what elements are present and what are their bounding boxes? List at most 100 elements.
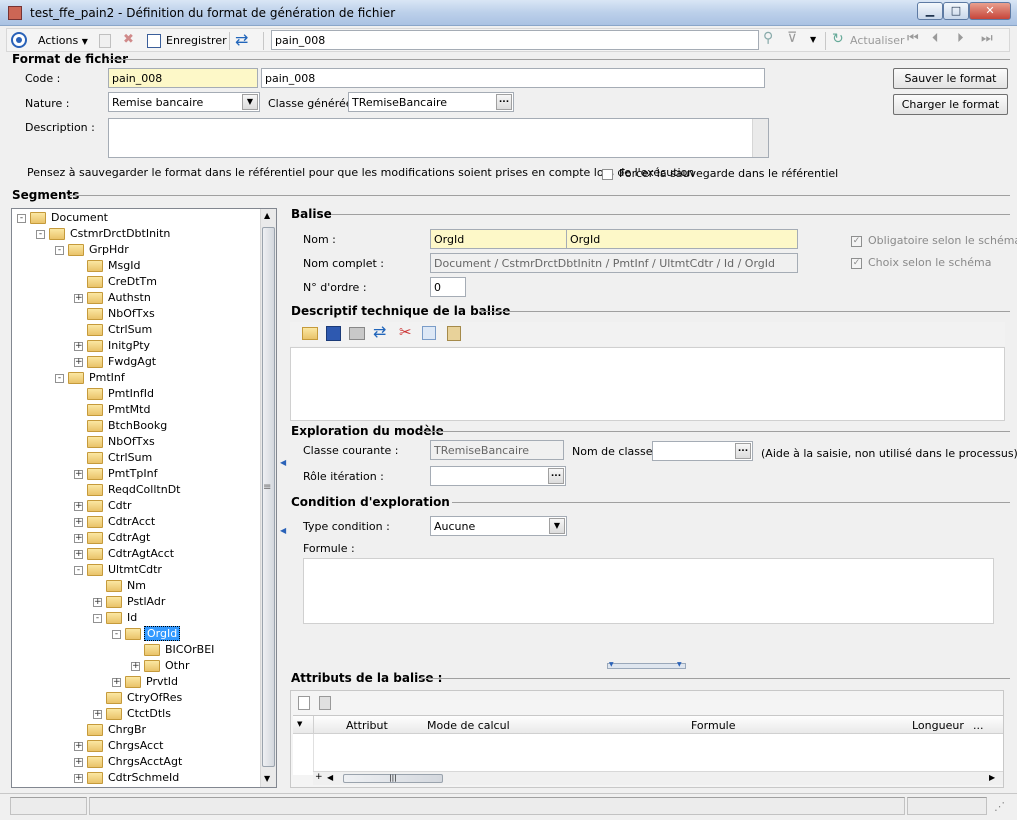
collapse-icon[interactable]: -: [112, 629, 121, 639]
role-iteration-field[interactable]: ...: [430, 466, 566, 486]
search-icon[interactable]: ⚲: [763, 30, 773, 46]
nom-field[interactable]: OrgId: [430, 229, 567, 249]
collapse-down-icon[interactable]: ▼: [609, 661, 614, 668]
tree-scroll-thumb[interactable]: [262, 227, 275, 767]
tree-node[interactable]: + CdtrAgtAcct: [74, 546, 176, 562]
tree-node[interactable]: CtrlSum: [74, 450, 154, 466]
collapse-icon[interactable]: -: [74, 565, 83, 575]
new-document-icon[interactable]: [99, 34, 111, 48]
tree-node[interactable]: + Cdtr: [74, 498, 134, 514]
splitter[interactable]: ◀ ◀: [280, 208, 286, 788]
nom-alias-field[interactable]: OrgId: [566, 229, 798, 249]
tree-node[interactable]: ReqdColltnDt: [74, 482, 182, 498]
actions-menu[interactable]: Actions ▼: [38, 34, 88, 47]
refresh-button[interactable]: Actualiser: [850, 34, 905, 47]
refresh-icon[interactable]: ↻: [832, 31, 844, 47]
description-scrollbar[interactable]: [752, 119, 768, 157]
tree-node[interactable]: + ChrgsAcctAgt: [74, 754, 184, 770]
formule-editor[interactable]: [303, 558, 994, 624]
column-more[interactable]: ...: [973, 719, 984, 732]
tree-node[interactable]: BICOrBEI: [131, 642, 216, 658]
expand-icon[interactable]: +: [74, 549, 83, 559]
chevron-down-icon[interactable]: ▼: [549, 518, 565, 534]
descriptif-editor[interactable]: [290, 347, 1005, 421]
expand-icon[interactable]: +: [74, 469, 83, 479]
column-mode-calcul[interactable]: Mode de calcul: [427, 719, 510, 732]
horizontal-splitter[interactable]: ▼ ▼: [607, 661, 686, 669]
tree-node[interactable]: + FwdgAgt: [74, 354, 158, 370]
nature-select[interactable]: Remise bancaire ▼: [108, 92, 260, 112]
open-folder-icon[interactable]: [302, 327, 318, 340]
expand-icon[interactable]: +: [74, 357, 83, 367]
type-condition-select[interactable]: Aucune ▼: [430, 516, 567, 536]
collapse-icon[interactable]: -: [17, 213, 26, 223]
tree-node[interactable]: + PstlAdr: [93, 594, 167, 610]
tree-node[interactable]: BtchBookg: [74, 418, 169, 434]
force-save-checkbox[interactable]: [602, 167, 613, 180]
last-record-icon[interactable]: ⏭: [981, 31, 993, 46]
print-icon[interactable]: [349, 327, 365, 340]
sync-icon[interactable]: ⇄: [235, 30, 248, 49]
tree-node[interactable]: + InitgPty: [74, 338, 152, 354]
segments-tree[interactable]: - Document - CstmrDrctDbtInitn - GrpHdr MsgId C…: [11, 208, 277, 788]
collapse-icon[interactable]: -: [55, 373, 64, 383]
tree-node[interactable]: - OrgId: [112, 626, 181, 642]
tree-node[interactable]: - GrpHdr: [55, 242, 131, 258]
save-icon[interactable]: [326, 326, 341, 341]
tree-node[interactable]: - Id: [93, 610, 139, 626]
tree-node[interactable]: CtrlSum: [74, 322, 154, 338]
edit-attribute-icon[interactable]: [319, 696, 331, 710]
nom-classe-field[interactable]: ...: [652, 441, 753, 461]
description-field[interactable]: [108, 118, 769, 158]
tree-node[interactable]: - UltmtCdtr: [74, 562, 164, 578]
column-longueur[interactable]: Longueur: [912, 719, 964, 732]
column-attribut[interactable]: Attribut: [346, 719, 388, 732]
tree-node[interactable]: + PrvtId: [112, 674, 180, 690]
expand-icon[interactable]: +: [93, 709, 102, 719]
previous-record-icon[interactable]: ⏴: [932, 31, 939, 46]
next-record-icon[interactable]: ⏵: [957, 31, 964, 46]
ordre-field[interactable]: 0: [430, 277, 466, 297]
expand-icon[interactable]: +: [93, 597, 102, 607]
tree-node[interactable]: + Othr: [131, 658, 191, 674]
classe-field[interactable]: TRemiseBancaire ...: [348, 92, 514, 112]
delete-icon[interactable]: ✖: [123, 32, 134, 47]
scroll-down-icon[interactable]: ▼: [264, 774, 270, 783]
save-format-button[interactable]: Sauver le format: [893, 68, 1008, 89]
new-attribute-icon[interactable]: [298, 696, 310, 710]
tree-node[interactable]: + CdtrSchmeId: [74, 770, 181, 786]
tree-node[interactable]: PmtInfId: [74, 386, 156, 402]
tree-node[interactable]: + Authstn: [74, 290, 153, 306]
ellipsis-icon[interactable]: ...: [735, 443, 751, 459]
expand-icon[interactable]: +: [74, 757, 83, 767]
tree-node[interactable]: - CstmrDrctDbtInitn: [36, 226, 172, 242]
first-record-icon[interactable]: ⏮: [907, 31, 919, 46]
code-field[interactable]: pain_008: [108, 68, 258, 88]
chevron-down-icon[interactable]: ▼: [242, 94, 258, 110]
resize-grip-icon[interactable]: ⋰: [994, 800, 1005, 813]
hscroll-thumb[interactable]: |||: [343, 774, 443, 783]
ellipsis-icon[interactable]: ...: [548, 468, 564, 484]
tree-node[interactable]: - PmtInf: [55, 370, 127, 386]
expand-icon[interactable]: +: [112, 677, 121, 687]
collapse-left-icon[interactable]: ◀: [280, 458, 286, 467]
expand-icon[interactable]: +: [74, 533, 83, 543]
tree-node[interactable]: ChrgBr: [74, 722, 148, 738]
scroll-left-icon[interactable]: ◀: [327, 773, 333, 782]
close-button[interactable]: ✕: [969, 2, 1011, 20]
tree-node[interactable]: + CtctDtls: [93, 706, 173, 722]
expand-icon[interactable]: +: [131, 661, 140, 671]
paste-icon[interactable]: [447, 326, 461, 341]
scroll-right-icon[interactable]: ▶: [989, 773, 995, 782]
grid-hscrollbar[interactable]: + ◀ ||| ▶: [313, 771, 1003, 785]
tree-node[interactable]: Nm: [93, 578, 148, 594]
collapse-icon[interactable]: -: [55, 245, 64, 255]
tree-node[interactable]: CreDtTm: [74, 274, 159, 290]
tree-node[interactable]: + PmtTpInf: [74, 466, 159, 482]
tree-node[interactable]: NbOfTxs: [74, 306, 157, 322]
collapse-icon[interactable]: -: [93, 613, 102, 623]
expand-icon[interactable]: +: [74, 293, 83, 303]
tree-node[interactable]: + CdtrAgt: [74, 530, 152, 546]
minimize-button[interactable]: ▁: [917, 2, 943, 20]
search-input[interactable]: pain_008: [271, 30, 759, 50]
